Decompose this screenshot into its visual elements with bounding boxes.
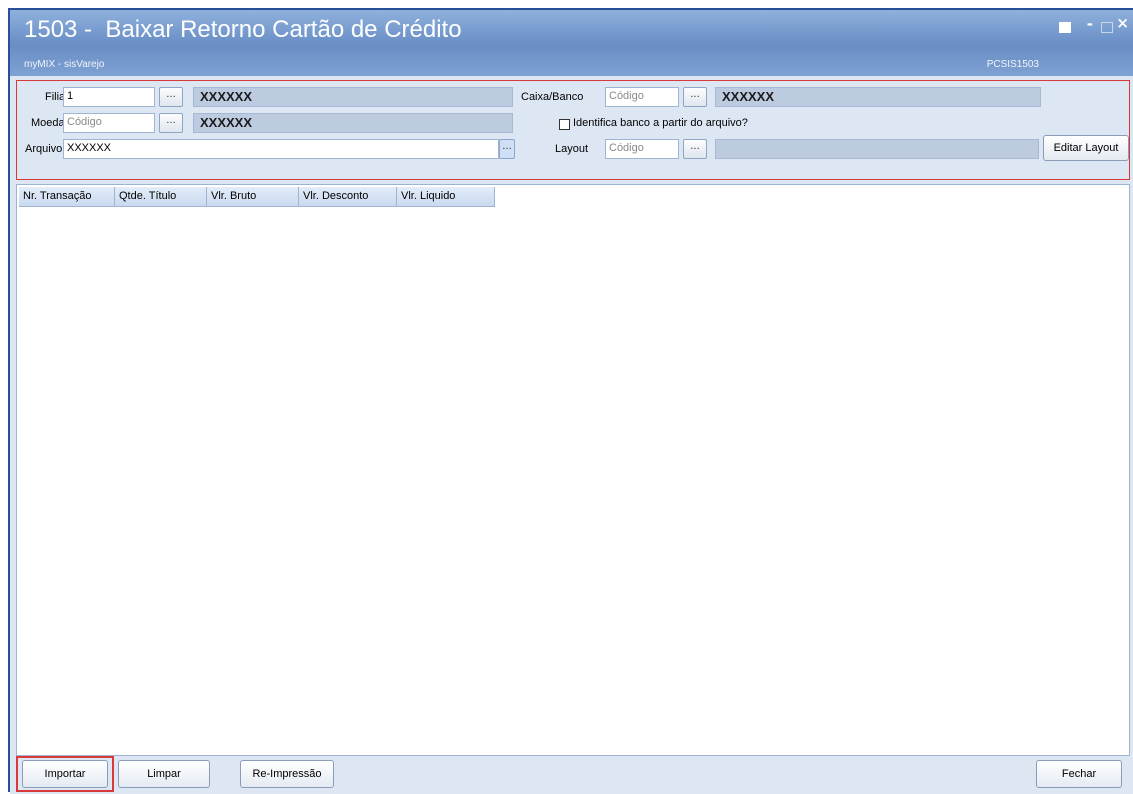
moeda-description: XXXXXX — [193, 113, 513, 133]
layout-label: Layout — [555, 143, 589, 155]
moeda-lookup-button[interactable]: ... — [159, 113, 183, 133]
filial-lookup-button[interactable]: ... — [159, 87, 183, 107]
identifica-banco-checkbox[interactable] — [559, 119, 570, 130]
close-icon[interactable]: × — [1116, 14, 1129, 32]
limpar-button[interactable]: Limpar — [118, 760, 210, 788]
editar-layout-button[interactable]: Editar Layout — [1043, 135, 1129, 161]
filial-description: XXXXXX — [193, 87, 513, 107]
maximize-icon[interactable] — [1101, 22, 1113, 33]
action-bar: Importar Limpar Re-Impressão Fechar — [10, 756, 1133, 794]
title-bar: 1503 - Baixar Retorno Cartão de Crédito … — [10, 10, 1133, 76]
window-title: 1503 - Baixar Retorno Cartão de Crédito — [24, 16, 462, 43]
caixa-banco-input[interactable]: Código — [605, 87, 679, 107]
restore-icon[interactable] — [1059, 22, 1071, 33]
moeda-input[interactable]: Código — [63, 113, 155, 133]
app-window: 1503 - Baixar Retorno Cartão de Crédito … — [8, 8, 1133, 794]
moeda-label: Moeda — [31, 117, 65, 129]
column-header-vlr-desconto[interactable]: Vlr. Desconto — [299, 187, 397, 207]
column-header-nr-transacao[interactable]: Nr. Transação — [19, 187, 115, 207]
layout-description — [715, 139, 1039, 159]
layout-input[interactable]: Código — [605, 139, 679, 159]
column-header-vlr-bruto[interactable]: Vlr. Bruto — [207, 187, 299, 207]
filter-panel: Filial 1 ... XXXXXX Moeda Código ... XXX… — [16, 80, 1130, 180]
column-header-qtde-titulo[interactable]: Qtde. Título — [115, 187, 207, 207]
fechar-button[interactable]: Fechar — [1036, 760, 1122, 788]
caixa-banco-label: Caixa/Banco — [521, 91, 584, 103]
arquivo-label: Arquivo — [25, 143, 63, 155]
layout-lookup-button[interactable]: ... — [683, 139, 707, 159]
caixa-banco-description: XXXXXX — [715, 87, 1041, 107]
filial-input[interactable]: 1 — [63, 87, 155, 107]
transactions-grid[interactable]: Nr. Transação Qtde. Título Vlr. Bruto Vl… — [16, 184, 1130, 756]
routine-code: PCSIS1503 — [986, 59, 1039, 70]
arquivo-browse-button[interactable]: ... — [499, 139, 515, 159]
caixa-banco-lookup-button[interactable]: ... — [683, 87, 707, 107]
app-subtitle: myMIX - sisVarejo — [24, 59, 105, 70]
minimize-icon[interactable]: - — [1087, 15, 1093, 33]
arquivo-input[interactable]: XXXXXX — [63, 139, 499, 159]
importar-button[interactable]: Importar — [22, 760, 108, 788]
column-header-vlr-liquido[interactable]: Vlr. Liquido — [397, 187, 495, 207]
reimpressao-button[interactable]: Re-Impressão — [240, 760, 334, 788]
identifica-banco-label: Identifica banco a partir do arquivo? — [573, 117, 748, 129]
